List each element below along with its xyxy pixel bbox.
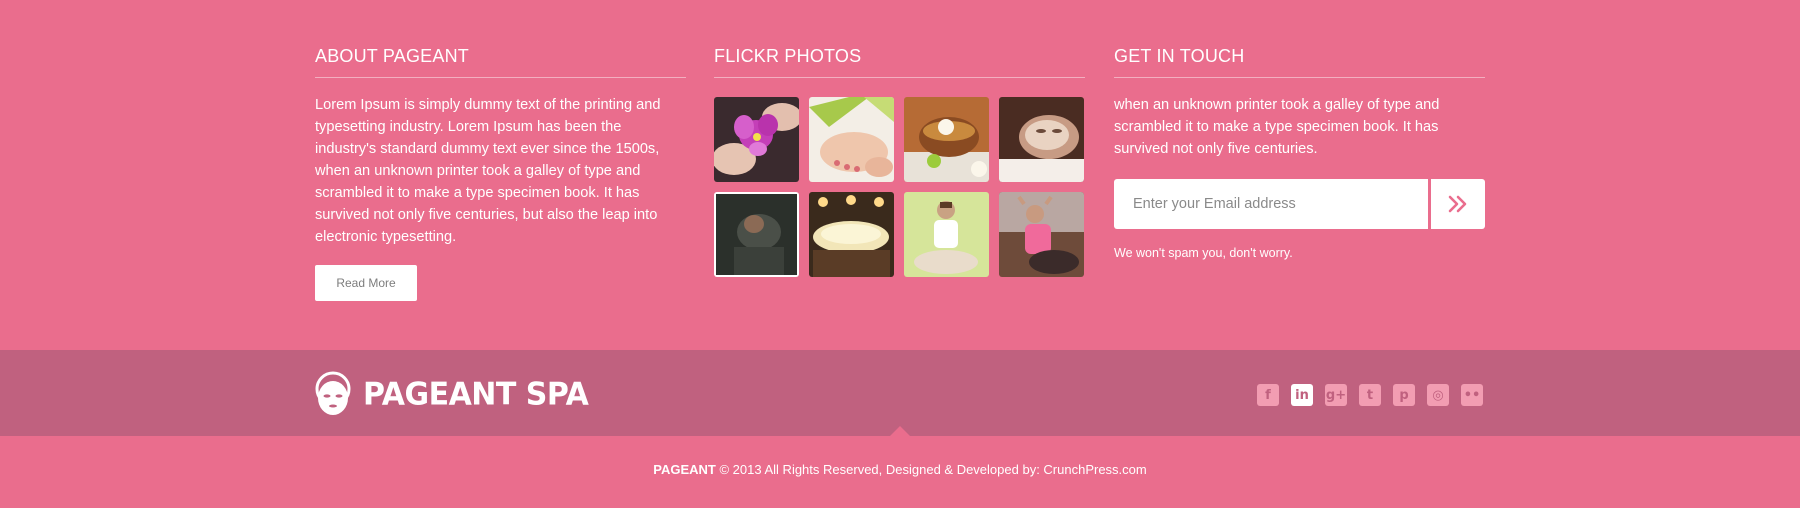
spa-pool-photo[interactable] [809, 192, 894, 277]
pinterest-icon[interactable]: p [1393, 384, 1415, 406]
contact-widget: GET IN TOUCH when an unknown printer too… [1114, 46, 1485, 260]
google-plus-icon[interactable]: g+ [1325, 384, 1347, 406]
facebook-icon[interactable]: f [1257, 384, 1279, 406]
footer-widgets: ABOUT PAGEANT Lorem Ipsum is simply dumm… [0, 0, 1800, 350]
double-chevron-right-icon [1448, 195, 1467, 213]
newsletter-form [1114, 179, 1485, 229]
linkedin-icon[interactable]: in [1291, 384, 1313, 406]
touch-text: when an unknown printer took a galley of… [1114, 97, 1440, 157]
spam-note: We won't spam you, don't worry. [1114, 246, 1293, 260]
email-input[interactable] [1114, 179, 1428, 229]
about-title: ABOUT PAGEANT [315, 46, 686, 78]
flickr-grid [714, 97, 1085, 277]
about-text: Lorem Ipsum is simply dummy text of the … [315, 97, 661, 245]
brand-bar [0, 350, 1800, 436]
orchid-photo[interactable] [714, 97, 799, 182]
instagram-icon[interactable]: ◎ [1427, 384, 1449, 406]
spa-bowl-photo[interactable] [904, 97, 989, 182]
flickr-icon[interactable]: •• [1461, 384, 1483, 406]
twitter-icon[interactable]: t [1359, 384, 1381, 406]
site-logo[interactable]: PAGEANT SPA [315, 371, 589, 417]
flickr-title: FLICKR PHOTOS [714, 46, 1085, 78]
touch-title: GET IN TOUCH [1114, 46, 1485, 78]
foot-spa-photo[interactable] [809, 97, 894, 182]
copyright-brand: PAGEANT [653, 462, 716, 477]
social-links: f in g+ t p ◎ •• [1257, 384, 1495, 406]
meditation-photo[interactable] [904, 192, 989, 277]
flickr-widget: FLICKR PHOTOS [714, 46, 1085, 277]
copyright: PAGEANT © 2013 All Rights Reserved, Desi… [0, 462, 1800, 477]
facial-mask-photo[interactable] [999, 97, 1084, 182]
spa-face-logo-icon [315, 371, 351, 415]
brand-bar-notch [890, 426, 910, 436]
subscribe-button[interactable] [1431, 179, 1485, 229]
copyright-text: © 2013 All Rights Reserved, Designed & D… [715, 462, 1147, 477]
read-more-button[interactable]: Read More [315, 265, 417, 301]
man-photo[interactable] [714, 192, 799, 277]
fitness-photo[interactable] [999, 192, 1084, 277]
brand-name: PAGEANT SPA [363, 375, 589, 413]
about-widget: ABOUT PAGEANT Lorem Ipsum is simply dumm… [315, 46, 686, 301]
